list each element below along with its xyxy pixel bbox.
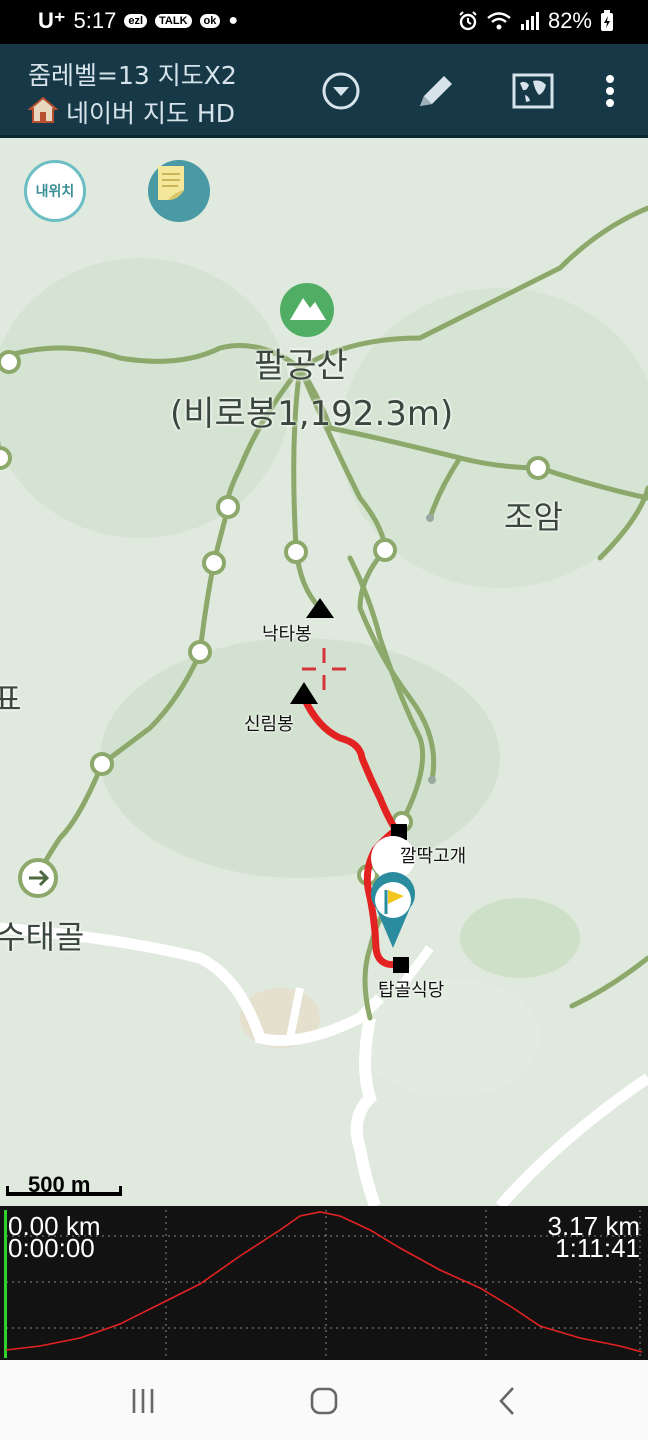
dot-icon: ● bbox=[228, 12, 239, 29]
clock: 5:17 bbox=[73, 8, 117, 33]
my-location-button[interactable]: 내위치 bbox=[24, 160, 86, 222]
ezl-badge: ezl bbox=[124, 14, 148, 28]
status-bar: U⁺ 5:17 ezl TALK ok ● 82% bbox=[0, 0, 648, 44]
zoom-level-title: 줌레벨=13 지도X2 bbox=[28, 61, 237, 90]
ok-badge: ok bbox=[199, 14, 221, 28]
pencil-icon bbox=[420, 76, 452, 106]
map-icon bbox=[512, 73, 554, 109]
battery-icon bbox=[601, 10, 613, 31]
partial-village-label: 표 bbox=[0, 680, 22, 718]
more-menu-button[interactable] bbox=[586, 66, 634, 116]
village-sutaegol-label: 수태골 bbox=[0, 918, 85, 956]
memo-button[interactable] bbox=[148, 160, 210, 222]
home-icon bbox=[28, 96, 58, 123]
carrier-label: U⁺ bbox=[38, 8, 66, 33]
dropdown-button[interactable] bbox=[316, 66, 366, 116]
mountain-peak-label: (비로봉1,192.3m) bbox=[170, 394, 454, 434]
talk-badge: TALK bbox=[155, 14, 192, 28]
home-button[interactable] bbox=[299, 1382, 349, 1420]
system-nav-bar bbox=[0, 1360, 648, 1440]
back-icon bbox=[499, 1387, 514, 1415]
signal-icon bbox=[520, 12, 539, 30]
wifi-icon bbox=[487, 12, 511, 30]
start-time: 0:00:00 bbox=[8, 1233, 95, 1263]
map-source-title: 네이버 지도 HD bbox=[66, 99, 235, 128]
restaurant-tapgol-label: 탑골식당 bbox=[378, 980, 445, 1001]
app-bar: 줌레벨=13 지도X2 네이버 지도 HD bbox=[0, 44, 648, 138]
mountain-name-label: 팔공산 bbox=[254, 346, 348, 386]
battery-percent: 82% bbox=[547, 8, 592, 33]
home-circle-icon bbox=[310, 1387, 338, 1415]
dropdown-icon bbox=[322, 72, 360, 110]
scale-line bbox=[6, 1186, 122, 1196]
scale-bar: 500 m bbox=[6, 1172, 124, 1198]
recent-apps-icon bbox=[132, 1389, 154, 1413]
peak-nakta-label: 낙타봉 bbox=[262, 624, 312, 645]
memo-icon bbox=[158, 166, 184, 200]
elevation-profile[interactable]: 0.00 km 0:00:00 3.17 km 1:11:41 bbox=[0, 1206, 648, 1360]
map-select-button[interactable] bbox=[508, 66, 558, 116]
draw-button[interactable] bbox=[410, 66, 460, 116]
alarm-icon bbox=[459, 11, 477, 31]
end-time: 1:11:41 bbox=[555, 1233, 640, 1263]
peak-sinrim-label: 신림봉 bbox=[244, 714, 294, 735]
my-location-label: 내위치 bbox=[35, 184, 75, 200]
more-icon bbox=[606, 75, 614, 107]
map-view[interactable]: 내위치 팔공산 (비로봉1,192.3m) 조암 표 수태골 낙타봉 신림봉 깔… bbox=[0, 138, 648, 1206]
pass-kkalttak-label: 깔딱고개 bbox=[400, 846, 467, 867]
back-button[interactable] bbox=[482, 1382, 532, 1420]
map-canvas bbox=[0, 138, 648, 1206]
village-joam-label: 조암 bbox=[504, 498, 563, 536]
recent-apps-button[interactable] bbox=[118, 1382, 168, 1420]
